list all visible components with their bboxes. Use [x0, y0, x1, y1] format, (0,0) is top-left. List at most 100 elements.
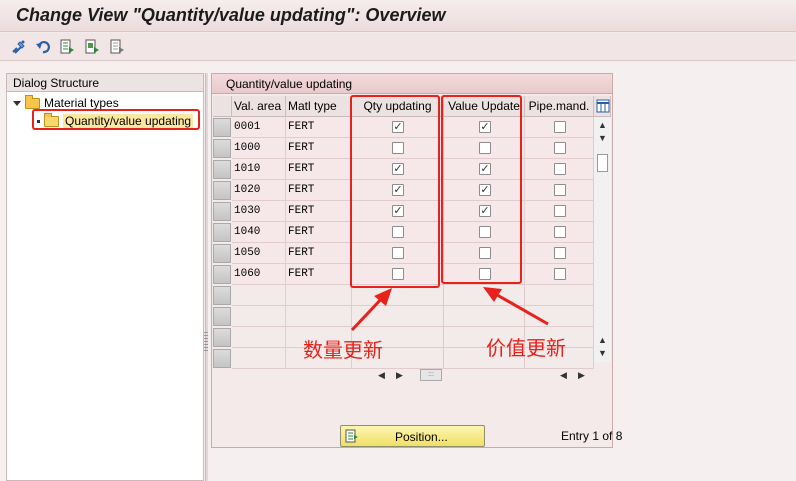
cell-val-area: 0001: [232, 117, 286, 138]
matl-type-value[interactable]: FERT: [288, 226, 314, 238]
val-area-value[interactable]: 1000: [234, 142, 260, 154]
cell-val-area: 1010: [232, 159, 286, 180]
val-area-value[interactable]: 1010: [234, 163, 260, 175]
row-selector-button[interactable]: [213, 223, 231, 242]
col-header-val-area[interactable]: Val. area: [232, 96, 286, 117]
row-selector-button[interactable]: [213, 244, 231, 263]
page-title: Change View "Quantity/value updating": O…: [16, 5, 446, 25]
scroll-down-icon[interactable]: ▼: [598, 348, 607, 358]
val-area-value[interactable]: 1060: [234, 268, 260, 280]
cell-val-area: 1060: [232, 264, 286, 285]
row-selector-button[interactable]: [213, 118, 231, 137]
matl-type-value[interactable]: FERT: [288, 163, 314, 175]
cell-matl-type: FERT: [286, 159, 352, 180]
pipe-mand-checkbox[interactable]: [554, 121, 566, 133]
pipe-mand-checkbox[interactable]: [554, 184, 566, 196]
cell-val-area: 1020: [232, 180, 286, 201]
expand-triangle-icon[interactable]: [13, 100, 21, 106]
row-selector-button[interactable]: [213, 160, 231, 179]
cell-pipe-mand: [525, 138, 594, 159]
cell-pipe-mand: [525, 222, 594, 243]
undo-icon[interactable]: [34, 38, 52, 56]
select-all-icon[interactable]: [58, 38, 76, 56]
row-selector-button[interactable]: [213, 181, 231, 200]
tree-item-label: Material types: [44, 96, 119, 110]
deselect-all-icon[interactable]: [108, 38, 126, 56]
horizontal-scrollbar[interactable]: ◀ ▶ ::: ◀ ▶: [372, 367, 592, 383]
cell-val-area: 1030: [232, 201, 286, 222]
matl-type-value[interactable]: FERT: [288, 142, 314, 154]
matl-type-value[interactable]: FERT: [288, 184, 314, 196]
matl-type-value[interactable]: FERT: [288, 268, 314, 280]
scroll-up-icon[interactable]: ▲: [598, 120, 607, 130]
cell-pipe-mand: [525, 180, 594, 201]
pipe-mand-checkbox[interactable]: [554, 247, 566, 259]
val-area-value[interactable]: 0001: [234, 121, 260, 133]
dialog-structure-panel: Dialog Structure Material types Quantity…: [6, 73, 204, 481]
col-header-matl-type[interactable]: Matl type: [286, 96, 352, 117]
pipe-mand-checkbox[interactable]: [554, 226, 566, 238]
matl-type-value[interactable]: FERT: [288, 121, 314, 133]
cell-val-area: [232, 285, 286, 306]
cell-pipe-mand: [525, 243, 594, 264]
col-header-pipe-mand[interactable]: Pipe.mand.: [525, 96, 594, 117]
val-area-value[interactable]: 1050: [234, 247, 260, 259]
scroll-left-icon[interactable]: ◀: [378, 370, 385, 381]
val-area-value[interactable]: 1020: [234, 184, 260, 196]
column-settings-icon[interactable]: [594, 96, 611, 117]
scroll-far-right-icon[interactable]: ▶: [578, 370, 585, 381]
row-selector-button[interactable]: [213, 202, 231, 221]
row-selector-button[interactable]: [213, 265, 231, 284]
matl-type-value[interactable]: FERT: [288, 205, 314, 217]
value-arrow-icon: [483, 287, 549, 326]
scroll-far-left-icon[interactable]: ◀: [560, 370, 567, 381]
pipe-mand-checkbox[interactable]: [554, 205, 566, 217]
cell-val-area: [232, 306, 286, 327]
scroll-page-up-icon[interactable]: ▼: [598, 133, 607, 143]
row-selector-button[interactable]: [213, 286, 231, 305]
vertical-scroll-thumb[interactable]: [597, 154, 608, 172]
matl-type-value[interactable]: FERT: [288, 247, 314, 259]
scroll-page-down-icon[interactable]: ▲: [598, 335, 607, 345]
cell-pipe-mand: [525, 159, 594, 180]
pipe-mand-checkbox[interactable]: [554, 163, 566, 175]
cell-val-area: [232, 348, 286, 369]
qty-arrow-icon: [350, 288, 392, 332]
position-button[interactable]: Position...: [340, 425, 485, 447]
pipe-mand-checkbox[interactable]: [554, 142, 566, 154]
row-selector-button[interactable]: [213, 328, 231, 347]
dialog-structure-header: Dialog Structure: [7, 74, 203, 92]
select-block-icon[interactable]: [83, 38, 101, 56]
row-selector-button[interactable]: [213, 139, 231, 158]
val-area-value[interactable]: 1030: [234, 205, 260, 217]
pipe-mand-checkbox[interactable]: [554, 268, 566, 280]
cell-matl-type: FERT: [286, 222, 352, 243]
application-toolbar: [0, 33, 796, 61]
table-caption: Quantity/value updating: [212, 74, 612, 94]
cell-val-area: 1040: [232, 222, 286, 243]
cell-matl-type: FERT: [286, 138, 352, 159]
cell-pipe-mand: [525, 201, 594, 222]
value-annotation-label: 价值更新: [486, 336, 566, 360]
folder-icon: [25, 94, 40, 109]
panel-splitter[interactable]: [205, 73, 208, 481]
title-bar: Change View "Quantity/value updating": O…: [0, 0, 796, 32]
cell-pipe-mand: [525, 117, 594, 138]
horizontal-scroll-thumb[interactable]: :::: [420, 369, 442, 381]
cell-matl-type: FERT: [286, 180, 352, 201]
row-selector-button[interactable]: [213, 349, 231, 368]
tree-highlight-box: [32, 109, 200, 130]
change-display-icon[interactable]: [10, 38, 28, 56]
position-icon: [345, 429, 358, 443]
qty-updating-highlight-box: [350, 95, 440, 288]
scroll-right-icon[interactable]: ▶: [396, 370, 403, 381]
main-area: Dialog Structure Material types Quantity…: [0, 62, 796, 481]
splitter-grip-icon[interactable]: [204, 332, 208, 352]
qty-annotation-label: 数量更新: [303, 338, 383, 362]
cell-val-area: [232, 327, 286, 348]
cell-val-area: 1000: [232, 138, 286, 159]
vertical-scrollbar[interactable]: ▲ ▼ ▲ ▼: [594, 117, 611, 362]
cell-matl-type: FERT: [286, 264, 352, 285]
val-area-value[interactable]: 1040: [234, 226, 260, 238]
row-selector-button[interactable]: [213, 307, 231, 326]
